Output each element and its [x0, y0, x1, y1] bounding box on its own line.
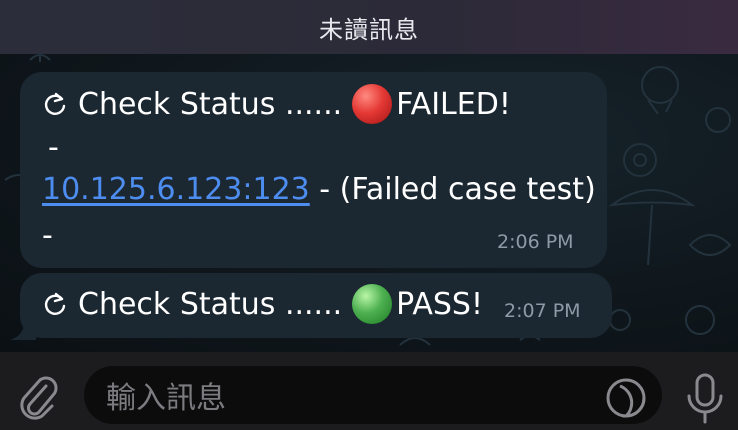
message-timestamp: 2:06 PM: [497, 231, 574, 253]
unread-label: 未讀訊息: [319, 15, 419, 44]
message-bubble[interactable]: Check Status ...... FAILED! - 10.125.6.1…: [20, 72, 607, 268]
status-text: FAILED!: [396, 86, 511, 122]
check-status-text: Check Status ......: [78, 286, 343, 322]
dash-text: -: [42, 218, 53, 253]
ip-link[interactable]: 10.125.6.123:123: [42, 172, 310, 207]
message-input-placeholder: 輸入訊息: [106, 381, 226, 416]
status-text: PASS!: [396, 286, 483, 322]
microphone-icon[interactable]: [684, 372, 726, 426]
message-line: Check Status ...... FAILED!: [42, 84, 511, 124]
dash-line: -: [42, 218, 53, 253]
check-status-text: Check Status ......: [78, 86, 343, 122]
message-bubble[interactable]: Check Status ...... PASS! 2:07 PM: [20, 273, 612, 338]
dash-text: -: [48, 130, 59, 165]
message-input[interactable]: 輸入訊息: [84, 366, 662, 424]
green-circle-icon: [352, 284, 393, 324]
refresh-icon: [44, 292, 66, 315]
message-line: 10.125.6.123:123 - (Failed case test): [42, 172, 596, 207]
paperclip-icon[interactable]: [16, 372, 60, 422]
red-circle-icon: [352, 84, 393, 124]
sticker-icon[interactable]: [604, 376, 648, 420]
dash-line: -: [48, 130, 59, 165]
unread-messages-banner: 未讀訊息: [0, 0, 738, 54]
refresh-icon: [44, 92, 66, 115]
detail-text: - (Failed case test): [309, 172, 596, 207]
message-line: Check Status ...... PASS!: [42, 284, 483, 324]
message-timestamp: 2:07 PM: [504, 300, 581, 322]
